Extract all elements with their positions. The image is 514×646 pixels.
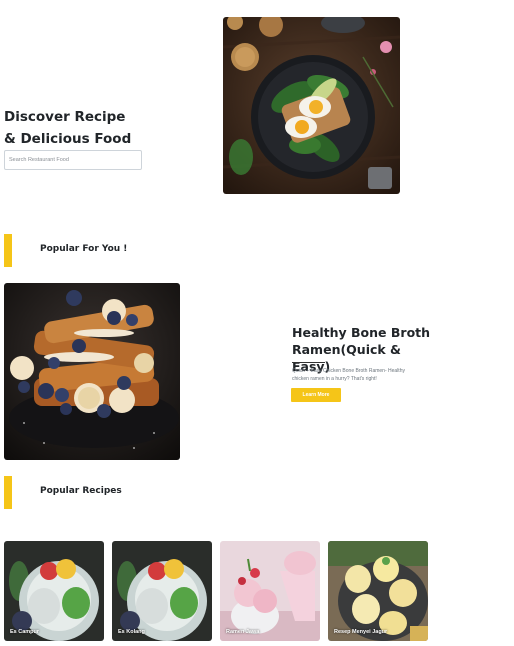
- featured-recipe-image[interactable]: [4, 283, 180, 460]
- featured-title-divider: [292, 362, 325, 363]
- recipe-card-label: Ramen Jawa: [226, 629, 260, 635]
- recipe-card-es-kolang[interactable]: Es Kolang: [112, 541, 212, 641]
- recipe-card-label: Es Kolang: [118, 629, 145, 635]
- search-input[interactable]: [4, 150, 142, 170]
- recipe-card-label: Resep Menyei Jagur: [334, 629, 388, 635]
- featured-recipe-description: Quick + Easy Chicken Bone Broth Ramen- H…: [292, 368, 405, 382]
- recipe-card-resep-menyei-jagur[interactable]: Resep Menyei Jagur: [328, 541, 428, 641]
- hero-title-line1: Discover Recipe: [4, 109, 126, 125]
- hero-title-line2: & Delicious Food: [4, 131, 132, 147]
- hero-food-image: [223, 17, 400, 194]
- popular-recipes-heading: Popular Recipes: [40, 486, 122, 496]
- recipe-card-label: Es Campur: [10, 629, 40, 635]
- popular-recipes-accent-bar: [4, 476, 12, 509]
- hero-title: Discover Recipe & Delicious Food: [4, 106, 131, 150]
- learn-more-button[interactable]: Learn More: [291, 388, 341, 402]
- popular-for-you-heading: Popular For You !: [40, 244, 128, 254]
- recipe-card-ramen-jawa[interactable]: Ramen Jawa: [220, 541, 320, 641]
- popular-for-you-accent-bar: [4, 234, 12, 267]
- recipe-card-es-campur[interactable]: Es Campur: [4, 541, 104, 641]
